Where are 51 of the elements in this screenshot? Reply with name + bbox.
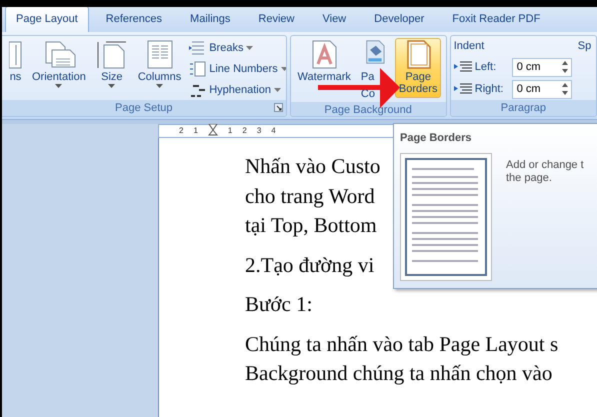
ribbon-button[interactable]: Columns [134,38,186,98]
spin-arrows-icon[interactable] [562,61,568,73]
spacing-heading: Sp [578,39,592,54]
document-paragraph: 2.Tạo đường vi [245,252,374,278]
margins-icon [9,40,22,69]
ribbon-menu-button[interactable]: Hyphenation [187,81,286,99]
ribbon-tab[interactable]: Foxit Reader PDF [441,7,552,32]
breaks-icon [189,40,206,56]
hyphenation-icon [189,82,206,98]
caret-icon [280,67,286,72]
ribbon-menu-button[interactable]: Breaks [187,39,286,57]
ruler-number: 3 [256,125,262,137]
field-label: Left: [474,60,498,75]
ruler-number: 2 [179,125,184,137]
indent-marker-icon[interactable] [208,124,218,138]
spin-field[interactable]: 0 cm [512,58,572,76]
dialog-launcher-icon[interactable] [274,103,283,112]
spin-arrows-icon[interactable] [562,83,568,95]
spin-field[interactable]: 0 cm [512,80,572,98]
document-paragraph: Chúng ta nhấn vào tab Page Layout s Background chúng ta nhấn chọn vào [245,330,558,387]
ruler-number: 4 [271,125,276,137]
ruler-number: 2 [242,125,247,137]
ribbon-button[interactable]: ns [5,38,26,98]
ribbon-menu-button[interactable]: Line Numbers [187,60,286,78]
page-preview-icon [400,152,492,280]
ribbon-tab[interactable]: Developer [363,7,436,32]
size-icon [96,40,128,69]
indent-icon [454,61,472,73]
ribbon-tab[interactable]: View [311,7,358,32]
group-label: Paragrap [500,100,546,116]
caret-icon [274,88,281,92]
ribbon-tab[interactable]: Page Layout [5,7,89,32]
line-numbers-icon [189,61,206,77]
ribbon-button[interactable]: Page Borders [394,38,442,98]
ribbon-tab[interactable]: Mailings [179,7,242,32]
field-label: Right: [474,82,504,97]
indent-heading: Indent [454,39,486,54]
document-paragraph: Bước 1: [245,291,312,318]
tooltip-description: Add or change t the page. [506,158,584,186]
ribbon-button[interactable]: Orientation [28,38,90,98]
group-label: Page Setup [115,100,173,116]
ribbon-tab[interactable]: Review [247,7,306,32]
ribbon-button[interactable]: Size [92,38,132,98]
indent-icon [454,83,472,95]
ruler-number: 1 [193,125,198,137]
caret-icon [246,46,254,50]
ribbon-tab[interactable]: References [94,7,174,32]
document-paragraph: Nhấn vào Custo cho trang Word tại Top, Bottom [245,153,380,239]
group-label: Page Background [324,102,412,116]
ruler-number: 1 [228,125,232,137]
tooltip-title: Page Borders [400,131,473,146]
